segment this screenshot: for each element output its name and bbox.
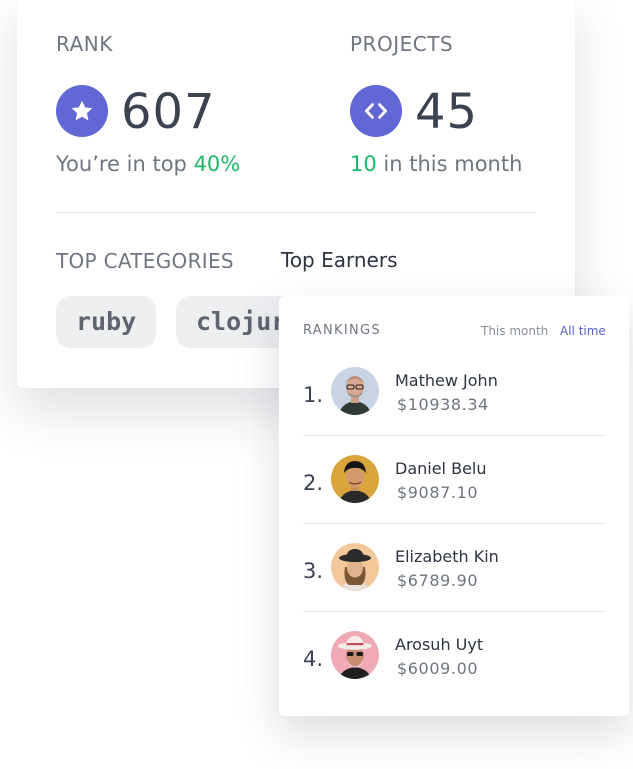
- rank-number: 4.: [303, 647, 324, 671]
- ranking-row[interactable]: 3. Elizabeth Kin $6789.90: [303, 523, 605, 612]
- ranking-row[interactable]: 1. Mathew John $10938.34: [303, 347, 605, 436]
- earner-amount: $6789.90: [397, 571, 479, 590]
- avatar: [331, 631, 379, 679]
- earner-amount: $10938.34: [397, 395, 489, 414]
- category-chip-ruby[interactable]: ruby: [56, 296, 157, 348]
- earner-amount: $9087.10: [397, 483, 479, 502]
- ranking-row[interactable]: 2. Daniel Belu $9087.10: [303, 435, 605, 524]
- tab-top-earners[interactable]: Top Earners: [281, 248, 398, 272]
- star-icon: [56, 85, 108, 137]
- rank-label: RANK: [56, 32, 113, 56]
- divider: [56, 212, 536, 213]
- rank-subtext: You’re in top 40%: [56, 152, 241, 176]
- earner-name: Daniel Belu: [395, 459, 487, 478]
- rank-percentile: 40%: [193, 152, 241, 176]
- top-categories-label: TOP CATEGORIES: [56, 249, 234, 273]
- filter-this-month[interactable]: This month: [481, 324, 548, 338]
- rankings-title: RANKINGS: [303, 323, 381, 338]
- rank-number: 3.: [303, 559, 324, 583]
- avatar: [331, 543, 379, 591]
- earner-amount: $6009.00: [397, 659, 479, 678]
- projects-subtext: 10 in this month: [350, 152, 523, 176]
- projects-label: PROJECTS: [350, 32, 454, 56]
- avatar: [331, 367, 379, 415]
- earner-name: Elizabeth Kin: [395, 547, 499, 566]
- rankings-card: RANKINGS This month All time 1. Mathew J…: [279, 296, 629, 716]
- rank-number: 1.: [303, 383, 324, 407]
- projects-month-count: 10: [350, 152, 377, 176]
- earner-name: Arosuh Uyt: [395, 635, 484, 654]
- code-icon: [350, 85, 402, 137]
- rank-value: 607: [121, 84, 216, 140]
- avatar: [331, 455, 379, 503]
- ranking-row[interactable]: 4. Arosuh Uyt $6009.00: [303, 611, 605, 699]
- page: RANK 607 You’re in top 40% PROJECTS 45 1…: [0, 0, 633, 769]
- projects-value: 45: [415, 84, 479, 140]
- earner-name: Mathew John: [395, 371, 498, 390]
- filter-all-time[interactable]: All time: [560, 324, 606, 338]
- rank-number: 2.: [303, 471, 324, 495]
